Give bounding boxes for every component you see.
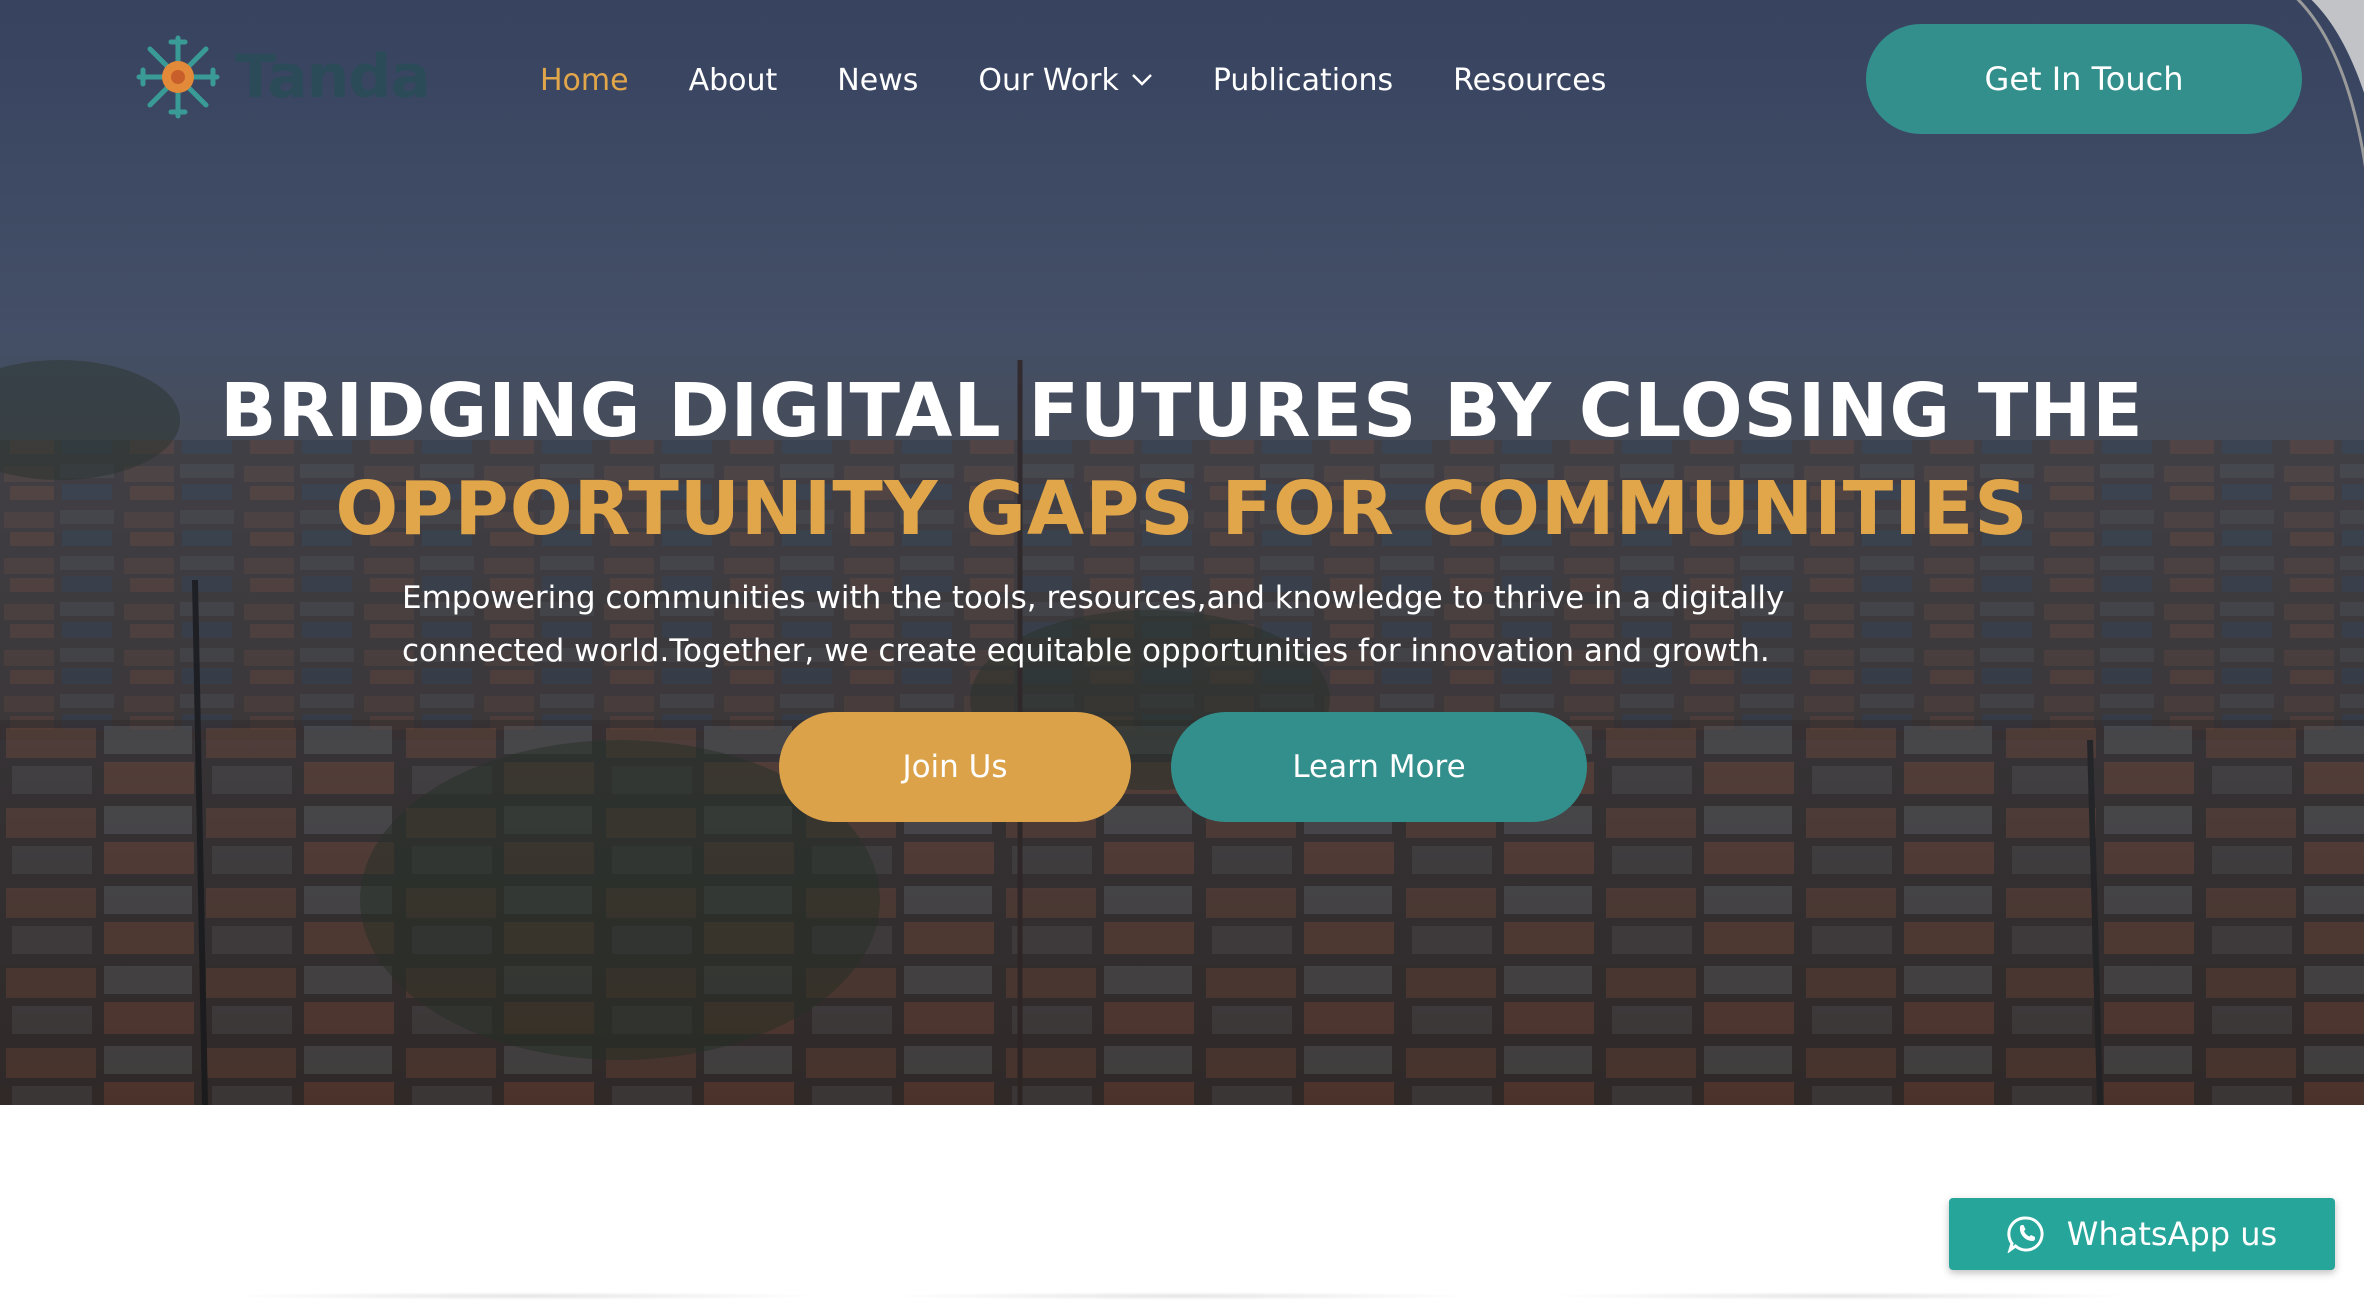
main-nav: Home About News Our Work Publications Re… xyxy=(540,56,1666,104)
whatsapp-icon xyxy=(2007,1216,2044,1253)
nav-item-resources[interactable]: Resources xyxy=(1453,63,1606,98)
hero-headline-line2: OPPORTUNITY GAPS FOR COMMUNITIES xyxy=(335,466,2029,552)
hero-subtext-line1: Empowering communities with the tools, r… xyxy=(402,580,1785,616)
hero-section: Tanda Home About News Our Work Publicati… xyxy=(0,0,2364,1105)
hero-headline: BRIDGING DIGITAL FUTURES BY CLOSING THE … xyxy=(0,362,2364,558)
whatsapp-button[interactable]: WhatsApp us xyxy=(1949,1198,2335,1270)
card-shadow-1 xyxy=(220,1292,830,1300)
nav-item-about[interactable]: About xyxy=(689,63,778,98)
get-in-touch-button[interactable]: Get In Touch xyxy=(1866,24,2302,134)
logo-text: Tanda xyxy=(235,42,431,112)
logo[interactable]: Tanda xyxy=(135,34,431,120)
chevron-down-icon xyxy=(1131,74,1152,86)
hero-headline-line1: BRIDGING DIGITAL FUTURES BY CLOSING THE xyxy=(220,368,2144,454)
card-shadow-3 xyxy=(1540,1292,2140,1300)
snowflake-logo-icon xyxy=(136,35,220,119)
whatsapp-label: WhatsApp us xyxy=(2066,1215,2278,1253)
hero-subtext-line2: connected world.Together, we create equi… xyxy=(402,633,1770,669)
nav-item-our-work-label: Our Work xyxy=(978,62,1119,98)
nav-item-home[interactable]: Home xyxy=(540,63,629,98)
learn-more-button[interactable]: Learn More xyxy=(1171,712,1587,822)
nav-item-news[interactable]: News xyxy=(837,63,918,98)
nav-item-our-work[interactable]: Our Work xyxy=(978,63,1152,98)
join-us-button[interactable]: Join Us xyxy=(779,712,1131,822)
nav-item-publications[interactable]: Publications xyxy=(1213,63,1393,98)
card-shadow-2 xyxy=(880,1292,1480,1300)
hero-subtext: Empowering communities with the tools, r… xyxy=(402,572,1902,678)
